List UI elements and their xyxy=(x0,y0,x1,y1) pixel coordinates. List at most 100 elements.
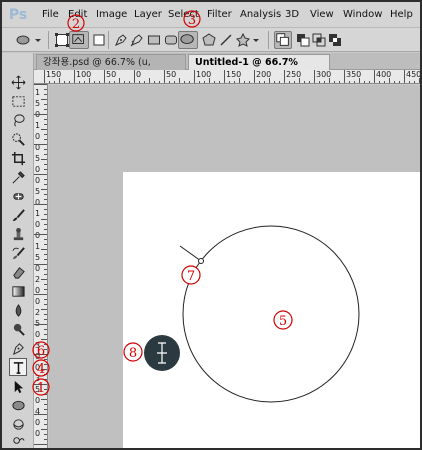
ruler-tick xyxy=(369,81,370,83)
menu-image[interactable]: Image xyxy=(96,9,127,20)
freeform-pen-icon[interactable] xyxy=(130,33,144,47)
move-tool-icon[interactable] xyxy=(9,73,27,91)
document-canvas[interactable] xyxy=(123,172,420,448)
custom-shape-icon[interactable] xyxy=(236,33,250,47)
ruler-tick xyxy=(404,70,405,83)
ellipse-tool-icon[interactable] xyxy=(9,396,27,414)
healing-brush-tool-icon[interactable] xyxy=(9,187,27,205)
ruler-tick xyxy=(114,81,115,83)
ruler-tick xyxy=(41,429,47,430)
ruler-tick xyxy=(59,78,60,83)
ruler-label: 2 xyxy=(35,308,41,317)
quick-selection-tool-icon[interactable] xyxy=(9,130,27,148)
menu-window[interactable]: Window xyxy=(343,9,382,20)
ruler-tick xyxy=(44,214,47,215)
ruler-tick xyxy=(34,114,47,115)
chevron-down-icon[interactable] xyxy=(252,33,260,47)
menu-select[interactable]: Select xyxy=(168,9,199,20)
clone-stamp-tool-icon[interactable] xyxy=(9,225,27,243)
ruler-tick xyxy=(324,81,325,83)
ruler-label: 0 xyxy=(35,297,41,306)
ruler-tick xyxy=(204,81,205,83)
ruler-tick xyxy=(44,229,47,230)
ruler-tick xyxy=(249,81,250,83)
menu-file[interactable]: File xyxy=(42,9,59,20)
subtract-icon[interactable] xyxy=(296,33,310,47)
path-selection-tool-icon[interactable] xyxy=(9,377,27,395)
ruler-tick xyxy=(41,339,47,340)
ruler-tick xyxy=(69,81,70,83)
ruler-label: 5 xyxy=(35,154,41,163)
brush-tool-icon[interactable] xyxy=(9,206,27,224)
lasso-tool-icon[interactable] xyxy=(9,111,27,129)
menu-help[interactable]: Help xyxy=(390,9,413,20)
menu-filter[interactable]: Filter xyxy=(207,9,232,20)
rounded-rectangle-icon[interactable] xyxy=(164,33,178,47)
ruler-tick xyxy=(41,249,47,250)
chevron-down-icon[interactable] xyxy=(34,33,42,47)
add-to-shape-button[interactable] xyxy=(274,31,292,49)
ruler-tick xyxy=(314,70,315,83)
ruler-tick xyxy=(319,81,320,83)
ruler-label: 0 xyxy=(35,418,41,427)
menu-analysis[interactable]: Analysis xyxy=(240,9,281,20)
hand-tool-icon[interactable] xyxy=(9,446,27,448)
pen-tool-icon[interactable] xyxy=(9,339,27,357)
photoshop-window: Ps File Edit Image Layer Select Filter A… xyxy=(0,0,422,450)
ruler-tick xyxy=(44,409,47,410)
ruler-tick xyxy=(34,354,47,355)
eyedropper-tool-icon[interactable] xyxy=(9,168,27,186)
ruler-tick xyxy=(159,81,160,83)
ruler-tick xyxy=(44,439,47,440)
ruler-tick xyxy=(359,78,360,83)
menu-3d[interactable]: 3D xyxy=(285,9,299,20)
ruler-tick xyxy=(354,81,355,83)
tools-panel xyxy=(2,53,34,448)
ruler-tick xyxy=(34,144,47,145)
ruler-tick xyxy=(79,81,80,83)
marquee-tool-icon[interactable] xyxy=(9,92,27,110)
ruler-tick xyxy=(44,244,47,245)
ruler-label: 5 xyxy=(35,99,41,108)
tab-psd-document[interactable]: 강좌용.psd @ 66.7% (u, RGB/8) *× xyxy=(36,54,186,83)
ruler-label: 0 xyxy=(35,198,41,207)
blur-tool-icon[interactable] xyxy=(9,301,27,319)
ruler-tick xyxy=(334,81,335,83)
ruler-tick xyxy=(269,78,270,83)
menu-edit[interactable]: Edit xyxy=(68,9,87,20)
history-brush-tool-icon[interactable] xyxy=(9,244,27,262)
ruler-tick xyxy=(34,294,47,295)
menu-view[interactable]: View xyxy=(310,9,334,20)
exclude-icon[interactable] xyxy=(328,33,342,47)
intersect-icon[interactable] xyxy=(312,33,326,47)
dodge-tool-icon[interactable] xyxy=(9,320,27,338)
eraser-tool-icon[interactable] xyxy=(9,263,27,281)
ruler-tick xyxy=(189,81,190,83)
ruler-tick xyxy=(44,284,47,285)
divider xyxy=(108,31,109,49)
menu-layer[interactable]: Layer xyxy=(134,9,162,20)
polygon-icon[interactable] xyxy=(202,33,216,47)
ellipse-shape-button[interactable] xyxy=(178,31,198,49)
paths-mode-button[interactable] xyxy=(69,31,89,49)
ruler-tick xyxy=(44,199,47,200)
line-icon[interactable] xyxy=(219,33,233,47)
ruler-tick xyxy=(44,164,47,165)
crop-tool-icon[interactable] xyxy=(9,149,27,167)
rectangle-icon[interactable] xyxy=(147,33,161,47)
type-tool-icon[interactable] xyxy=(9,358,27,376)
ruler-label: 3 xyxy=(35,374,41,383)
ruler-tick xyxy=(254,70,255,83)
gradient-tool-icon[interactable] xyxy=(9,282,27,300)
pen-icon[interactable] xyxy=(114,33,128,47)
ruler-tick xyxy=(44,124,47,125)
fill-pixels-icon[interactable] xyxy=(92,33,106,47)
tab-untitled-1[interactable]: Untitled-1 @ 66.7% (RGB/8) *× xyxy=(188,54,330,83)
ruler-tick xyxy=(234,81,235,83)
ruler-tick xyxy=(44,424,47,425)
ruler-tick xyxy=(119,78,120,83)
ruler-label: 0 xyxy=(35,165,41,174)
ruler-tick xyxy=(44,389,47,390)
shape-layers-icon[interactable] xyxy=(55,33,69,47)
tool-preset-ellipse-icon[interactable] xyxy=(16,33,32,47)
